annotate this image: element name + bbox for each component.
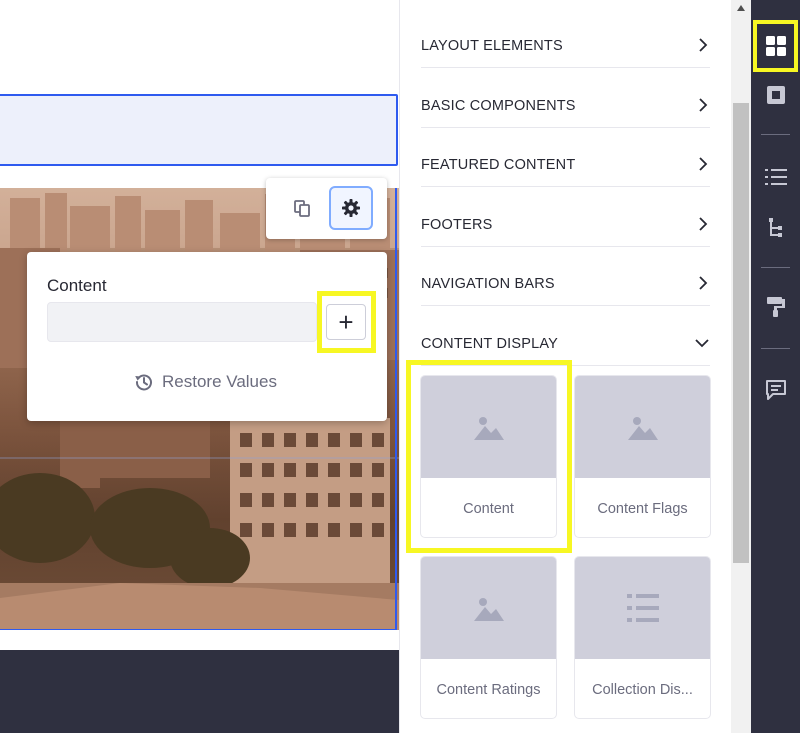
restore-values-label: Restore Values [162,372,277,391]
chevron-right-icon [699,38,708,52]
gear-icon [342,199,360,217]
separator [761,267,790,268]
fragments-panel: LAYOUT ELEMENTS BASIC COMPONENTS FEATURE… [399,0,751,733]
settings-button[interactable] [329,186,373,230]
content-input[interactable] [47,302,317,342]
card-label: Collection Dis... [592,681,693,698]
add-content-button[interactable]: + [326,304,366,340]
category-label: CONTENT DISPLAY [421,336,559,352]
content-field-label: Content [47,276,107,295]
category-basic-components[interactable]: BASIC COMPONENTS [421,68,710,128]
category-layout-elements[interactable]: LAYOUT ELEMENTS [421,8,710,68]
category-featured-content[interactable]: FEATURED CONTENT [421,127,710,187]
hierarchy-icon [768,218,782,237]
category-label: LAYOUT ELEMENTS [421,38,563,54]
sidebar-icon-bar [751,0,800,733]
fragment-card-content[interactable]: Content [420,375,557,538]
fragment-toolbar [266,178,387,239]
card-thumbnail [575,376,710,478]
card-thumbnail [421,557,556,659]
list-icon [626,594,659,622]
fragment-card-collection-display[interactable]: Collection Dis... [574,556,711,719]
duplicate-button[interactable] [280,186,324,230]
chevron-right-icon [699,217,708,231]
fragments-tab-highlight [753,20,798,72]
chevron-right-icon [699,157,708,171]
fragment-card-content-flags[interactable]: Content Flags [574,375,711,538]
chevron-down-icon [695,339,709,348]
page-footer-area [0,650,399,733]
card-thumbnail [575,557,710,659]
plus-icon: + [338,306,354,337]
page-canvas: Content + Restore Values [0,0,399,733]
category-label: NAVIGATION BARS [421,276,555,292]
content-selector-popover: Content + Restore Values [27,252,387,421]
page-structure-icon [764,169,787,185]
image-icon [473,417,504,440]
category-footers[interactable]: FOOTERS [421,187,710,247]
category-label: FEATURED CONTENT [421,157,576,173]
restore-values-button[interactable]: Restore Values [134,372,277,392]
scrollbar[interactable] [731,0,751,733]
card-thumbnail [421,376,556,478]
image-icon [627,417,658,440]
card-label: Content Ratings [436,681,541,698]
hierarchy-tab[interactable] [751,208,800,248]
paint-roller-icon [766,297,785,317]
card-label: Content [463,500,514,517]
chevron-right-icon [699,98,708,112]
separator [761,348,790,349]
selected-row-container[interactable] [0,94,398,166]
category-content-display[interactable]: CONTENT DISPLAY [421,306,710,366]
card-label: Content Flags [597,500,688,517]
widgets-icon [766,86,785,104]
widgets-tab[interactable] [751,75,800,115]
page-structure-tab[interactable] [751,157,800,197]
scrollbar-thumb[interactable] [733,103,749,563]
duplicate-icon [294,200,310,217]
scroll-up-arrow-icon[interactable] [731,4,751,16]
style-book-tab[interactable] [751,287,800,327]
image-icon [473,598,504,621]
comments-tab[interactable] [751,370,800,410]
category-navigation-bars[interactable]: NAVIGATION BARS [421,246,710,306]
fragment-card-content-ratings[interactable]: Content Ratings [420,556,557,719]
history-icon [135,374,152,391]
separator [761,134,790,135]
category-label: FOOTERS [421,217,493,233]
chevron-right-icon [699,276,708,290]
category-label: BASIC COMPONENTS [421,98,576,114]
comments-icon [765,380,786,400]
